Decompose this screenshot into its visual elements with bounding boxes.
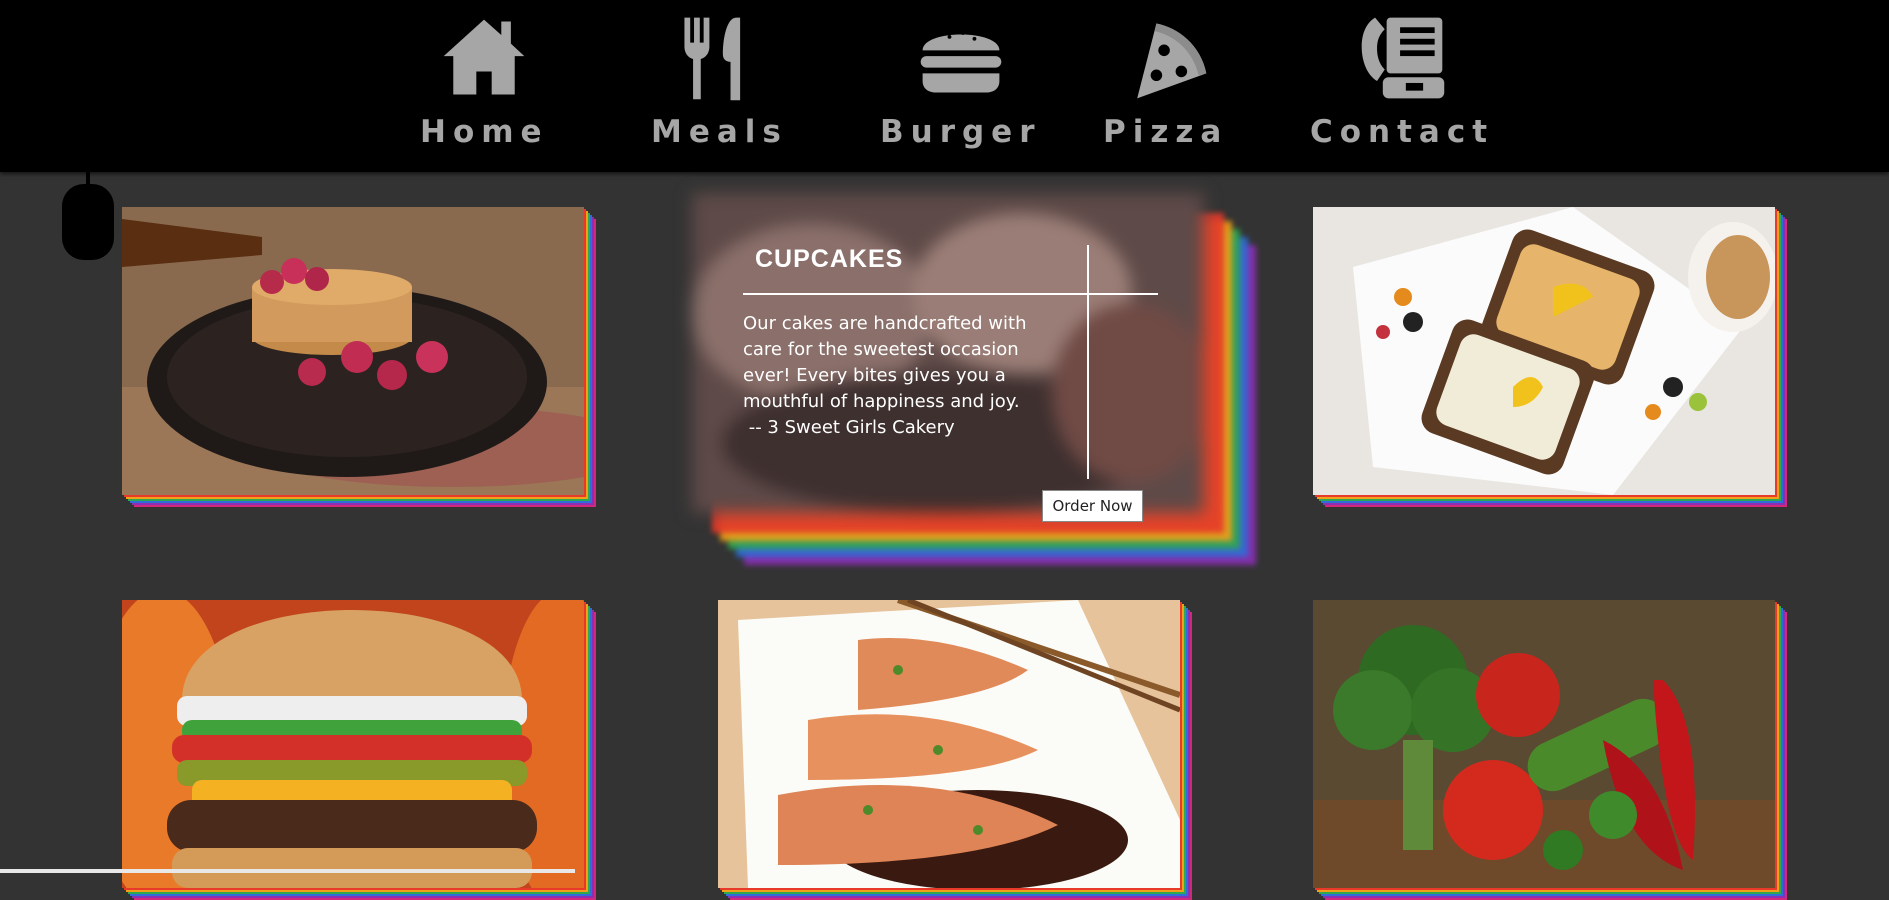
feature-title: CUPCAKES	[755, 245, 904, 273]
nav-contact[interactable]: Contact	[1310, 10, 1494, 150]
fork-knife-icon	[669, 10, 769, 106]
cupcakes-feature-card: CUPCAKES Our cakes are handcrafted with …	[692, 193, 1256, 565]
feature-body-text: Our cakes are handcrafted with care for …	[743, 313, 1027, 412]
home-icon	[434, 10, 534, 106]
feature-divider-vertical	[1087, 245, 1089, 479]
pancakes-card[interactable]	[122, 207, 596, 507]
nav-label-contact: Contact	[1310, 114, 1495, 150]
toast-platter-image	[1313, 207, 1775, 495]
phone-icon	[1352, 10, 1452, 106]
nav-label-meals: Meals	[651, 114, 788, 150]
nav-label-burger: Burger	[880, 114, 1042, 150]
horizontal-scrollbar[interactable]	[0, 869, 575, 873]
top-nav-bar: Home Meals Burger Pizza Contact	[0, 0, 1889, 172]
burger-image	[122, 600, 584, 888]
nav-meals[interactable]: Meals	[651, 10, 788, 150]
burger-icon	[911, 10, 1011, 106]
salmon-image	[718, 600, 1180, 888]
toast-platter-card[interactable]	[1313, 207, 1787, 507]
pizza-icon	[1116, 10, 1216, 106]
feature-divider-horizontal	[743, 293, 1158, 295]
vegetables-card[interactable]	[1313, 600, 1787, 900]
nav-pizza[interactable]: Pizza	[1103, 10, 1228, 150]
nav-label-pizza: Pizza	[1103, 114, 1229, 150]
salmon-card[interactable]	[718, 600, 1192, 900]
nav-burger[interactable]: Burger	[880, 10, 1042, 150]
nav-label-home: Home	[420, 114, 549, 150]
vegetables-image	[1313, 600, 1775, 888]
nav-home[interactable]: Home	[420, 10, 549, 150]
pancakes-image	[122, 207, 584, 495]
order-now-button[interactable]: Order Now	[1042, 490, 1143, 522]
feature-description: Our cakes are handcrafted with care for …	[743, 311, 1053, 441]
feature-attribution: -- 3 Sweet Girls Cakery	[743, 417, 955, 438]
mouse-icon	[62, 170, 114, 260]
burger-card[interactable]	[122, 600, 596, 900]
